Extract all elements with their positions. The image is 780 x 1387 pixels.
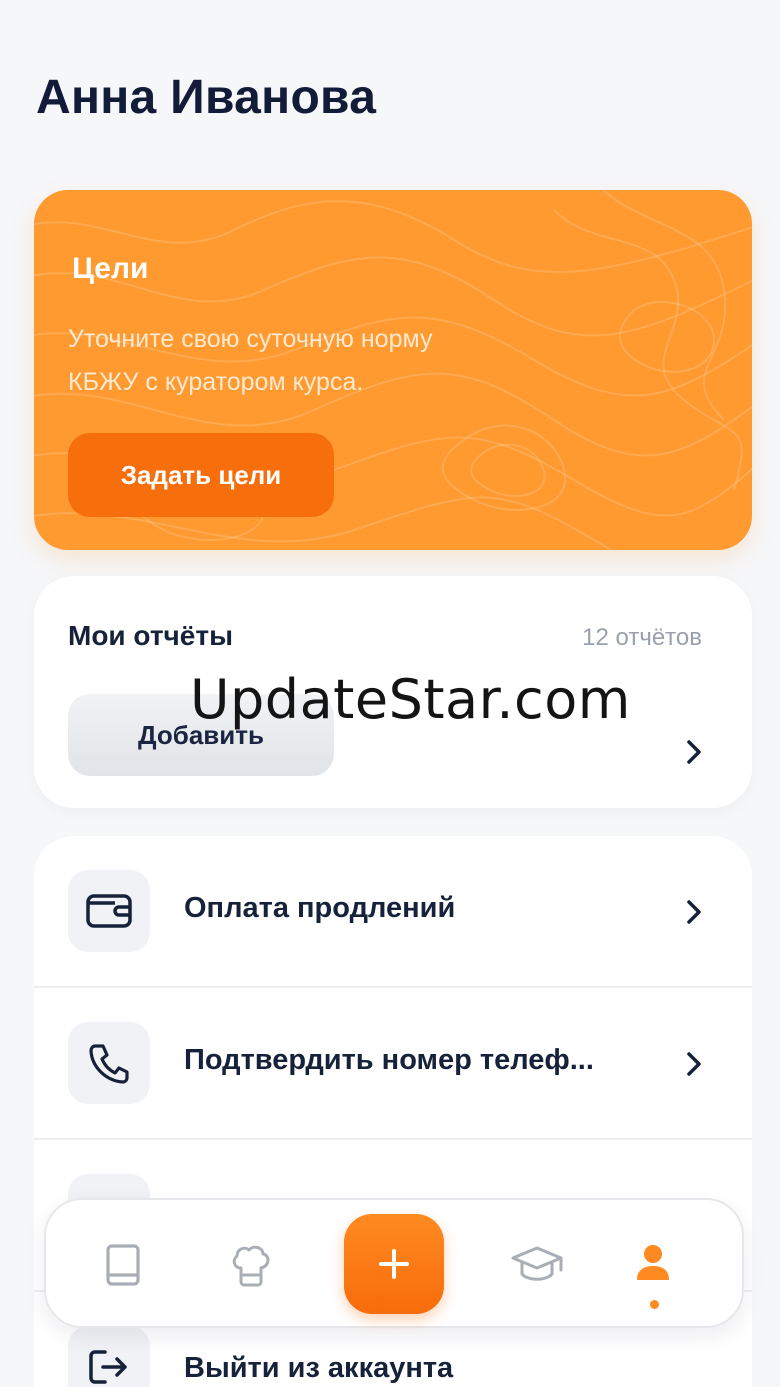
- book-icon: [106, 1244, 140, 1286]
- chevron-right-icon[interactable]: [684, 738, 704, 766]
- active-tab-indicator: [650, 1300, 659, 1309]
- menu-item-label: Оплата продлений: [184, 892, 456, 924]
- profile-icon: [637, 1245, 669, 1280]
- chevron-right-icon: [687, 1052, 701, 1076]
- tab-diary[interactable]: [88, 1230, 158, 1300]
- menu-item-payments[interactable]: Оплата продлений: [34, 836, 752, 988]
- goals-title: Цели: [72, 252, 149, 285]
- chef-hat-icon: [232, 1245, 270, 1287]
- bottom-tab-bar: [44, 1198, 744, 1328]
- goals-card: Цели Уточните свою суточную норму КБЖУ с…: [34, 190, 752, 550]
- goals-description: Уточните свою суточную норму КБЖУ с кура…: [68, 325, 433, 396]
- tab-courses[interactable]: [502, 1230, 572, 1300]
- menu-item-label: Выйти из аккаунта: [184, 1352, 454, 1384]
- reports-count: 12 отчётов: [582, 624, 702, 651]
- tab-profile[interactable]: [618, 1230, 688, 1300]
- tab-recipes[interactable]: [216, 1230, 286, 1300]
- chevron-right-icon: [687, 900, 701, 924]
- menu-item-label: Подтвердить номер телеф...: [184, 1044, 594, 1076]
- add-button[interactable]: [344, 1214, 444, 1314]
- graduation-cap-icon: [511, 1246, 563, 1281]
- page-title: Анна Иванова: [36, 71, 377, 124]
- set-goals-button[interactable]: Задать цели: [68, 433, 334, 517]
- reports-title: Мои отчёты: [68, 620, 233, 651]
- logout-icon: [68, 1326, 150, 1387]
- wallet-icon: [68, 870, 150, 952]
- phone-icon: [68, 1022, 150, 1104]
- menu-item-confirm-phone[interactable]: Подтвердить номер телеф...: [34, 988, 752, 1140]
- plus-icon: [379, 1249, 409, 1279]
- watermark: UpdateStar.com: [190, 668, 631, 731]
